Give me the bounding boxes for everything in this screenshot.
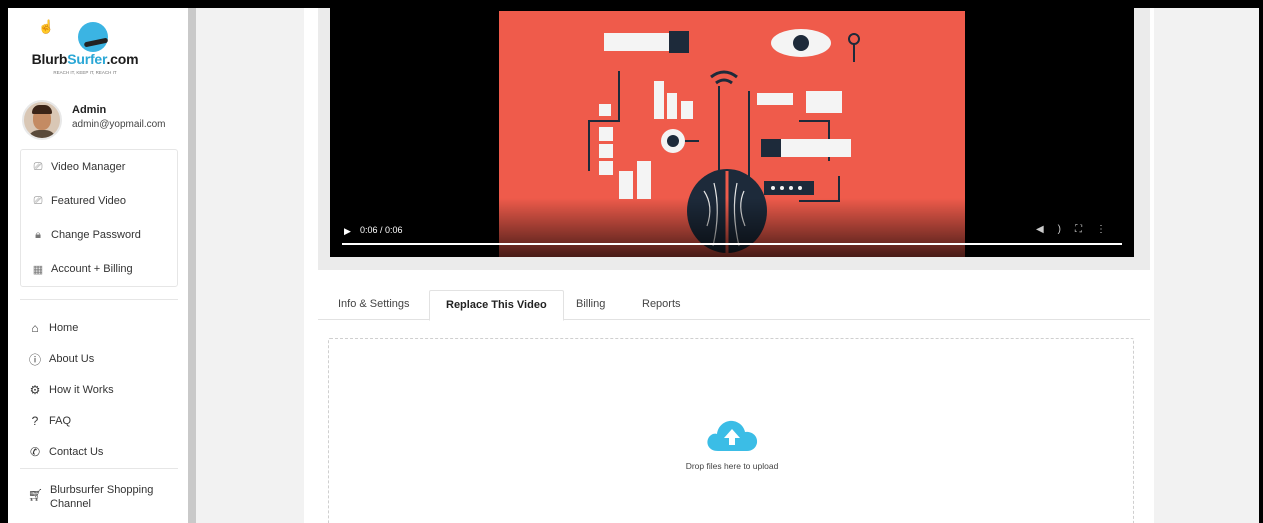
nav-item-contact-us[interactable]: ✆ Contact Us <box>28 442 103 462</box>
player-extra-controls: ◀)⛶⋮ <box>1036 224 1120 235</box>
fullscreen-icon[interactable]: ⛶ <box>1075 224 1096 235</box>
tab-reports[interactable]: Reports <box>626 290 697 320</box>
video-tabs: Info & Settings Replace This Video Billi… <box>318 290 1150 321</box>
nav-item-how-it-works[interactable]: ⚙ How it Works <box>28 380 114 400</box>
video-icon: ⎚ <box>33 194 43 207</box>
video-controls: ▶ 0:06 / 0:06 ◀)⛶⋮ <box>330 198 1134 257</box>
video-container: ▶ 0:06 / 0:06 ◀)⛶⋮ <box>318 8 1150 270</box>
video-progress-bar[interactable] <box>342 243 1122 245</box>
question-icon: ? <box>31 414 39 428</box>
site-nav: ⌂ Home ⓘ About Us ⚙ How it Works ? FAQ ✆ Cont… <box>20 299 178 469</box>
info-icon: ⓘ <box>28 352 41 367</box>
main-content: ▶ 0:06 / 0:06 ◀)⛶⋮ Info & Settings Repla… <box>304 8 1154 523</box>
more-options-icon[interactable]: ⋮ <box>1096 224 1120 235</box>
account-menu: ⎚ Video Manager ⎚ Featured Video 🔒︎ Change … <box>20 149 178 287</box>
play-icon[interactable]: ▶ <box>344 226 351 237</box>
volume-icon[interactable]: ◀) <box>1036 224 1075 235</box>
user-profile: Admin admin@yopmail.com <box>22 100 187 140</box>
sidebar: ☝ BlurbSurfer.com REACH IT, KEEP IT, REA… <box>8 8 188 523</box>
avatar <box>22 100 62 140</box>
menu-item-video-manager[interactable]: ⎚ Video Manager <box>31 157 126 177</box>
phone-icon: ✆ <box>29 445 41 459</box>
nav-item-home[interactable]: ⌂ Home <box>28 318 78 338</box>
menu-item-change-password[interactable]: 🔒︎ Change Password <box>31 225 141 245</box>
hand-cursor-icon: ☝ <box>38 19 55 34</box>
cart-icon: 🛒︎ <box>28 488 44 502</box>
app-window: ☝ BlurbSurfer.com REACH IT, KEEP IT, REA… <box>8 8 1259 523</box>
menu-item-account-billing[interactable]: ▦ Account + Billing <box>31 259 133 279</box>
billing-icon: ▦ <box>32 263 44 276</box>
video-player[interactable]: ▶ 0:06 / 0:06 ◀)⛶⋮ <box>330 8 1134 257</box>
tab-info-settings[interactable]: Info & Settings <box>322 290 426 320</box>
lock-icon: 🔒︎ <box>35 228 41 241</box>
gears-icon: ⚙ <box>29 383 41 397</box>
nav-item-faq[interactable]: ? FAQ <box>28 411 71 431</box>
tab-billing[interactable]: Billing <box>560 290 621 320</box>
sidebar-scrollbar[interactable] <box>188 8 196 523</box>
cloud-upload-icon <box>707 420 758 451</box>
home-icon: ⌂ <box>31 321 39 335</box>
tab-replace-video[interactable]: Replace This Video <box>429 290 564 321</box>
user-name: Admin <box>72 104 107 116</box>
nav-item-about-us[interactable]: ⓘ About Us <box>28 349 94 369</box>
user-email: admin@yopmail.com <box>72 119 166 130</box>
right-gutter <box>1154 8 1259 523</box>
video-time: 0:06 / 0:06 <box>360 225 403 235</box>
brand-tagline: REACH IT, KEEP IT, REACH IT <box>53 70 117 75</box>
dropzone-text: Drop files here to upload <box>685 461 779 471</box>
shopping-channel-link[interactable]: 🛒︎ Blurbsurfer Shopping Channel <box>20 468 178 510</box>
video-icon: ⎚ <box>33 160 43 173</box>
upload-dropzone[interactable]: Drop files here to upload <box>328 338 1134 523</box>
logo-globe-icon <box>78 22 108 52</box>
menu-item-featured-video[interactable]: ⎚ Featured Video <box>31 191 126 211</box>
brand-logo[interactable]: BlurbSurfer.com <box>20 51 150 67</box>
